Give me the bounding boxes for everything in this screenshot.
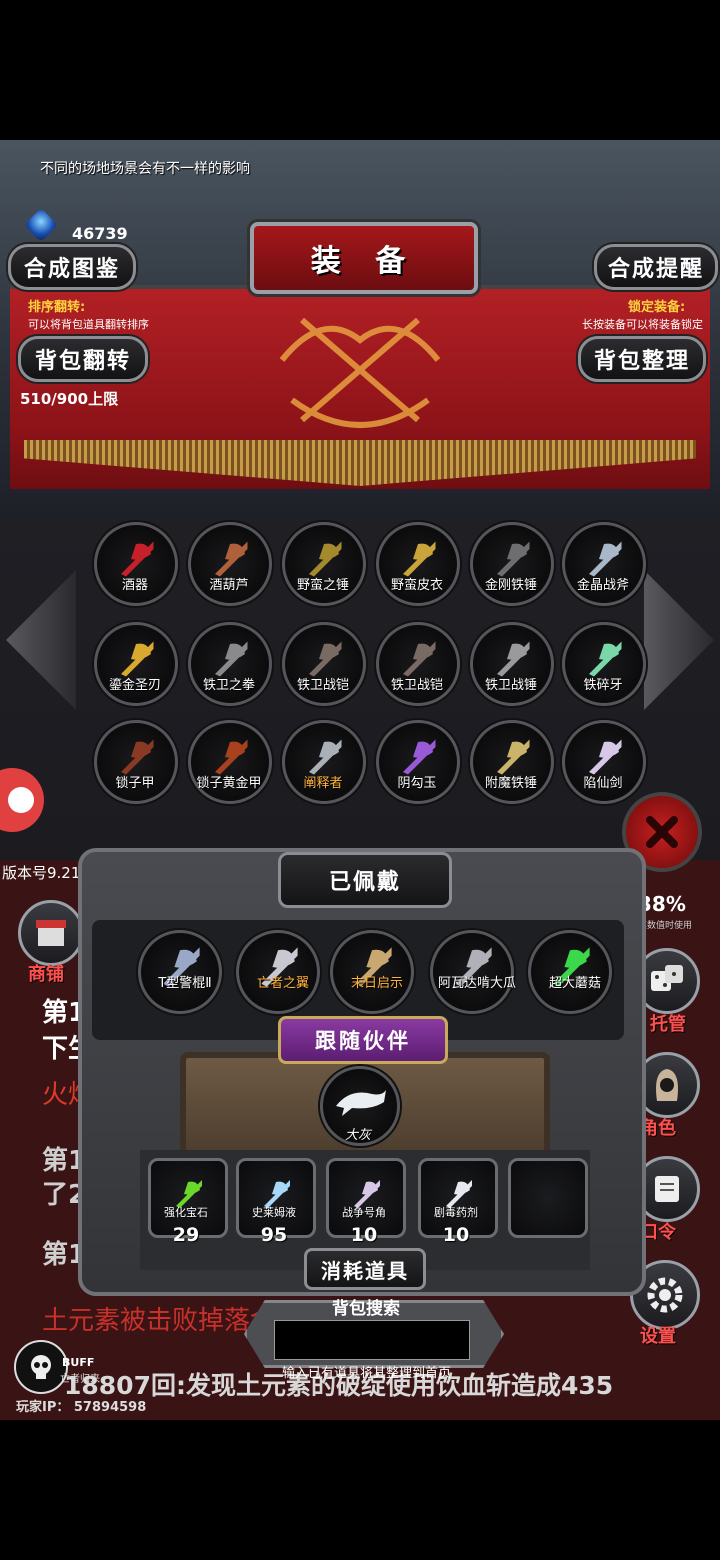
equipped-item-label: 超大蘑菇 <box>548 976 601 991</box>
empty-consumable-slot[interactable] <box>508 1158 588 1238</box>
page-title: 装 备 <box>310 244 418 279</box>
inventory-item-label: 陷仙剑 <box>583 776 623 791</box>
equipped-title: 已佩戴 <box>278 852 452 908</box>
consumable-name: 史莱姆液 <box>252 1206 296 1219</box>
inventory-slot[interactable] <box>562 720 646 804</box>
consumable-name: 剧毒药剂 <box>434 1206 478 1219</box>
inventory-slot[interactable] <box>188 522 272 606</box>
inventory-slot[interactable] <box>376 622 460 706</box>
hooded-figure-icon <box>656 1069 678 1101</box>
buff-button[interactable] <box>14 1340 68 1394</box>
inventory-item-label: 锁子甲 <box>115 776 155 791</box>
inventory-slot[interactable] <box>282 622 366 706</box>
inventory-item-label: 铁卫战铠 <box>296 678 349 693</box>
inventory-slot[interactable] <box>94 720 178 804</box>
equipped-item-label: T型警棍Ⅱ <box>158 976 212 991</box>
inventory-item-label: 金晶战斧 <box>576 578 629 593</box>
lock-desc: 长按装备可以将装备锁定 <box>582 318 703 331</box>
stat-sub: 其数值时使用 <box>638 921 693 931</box>
book-icon <box>655 1176 679 1202</box>
inventory-item-label: 野蛮之锤 <box>296 578 349 593</box>
inventory-slot[interactable] <box>282 720 366 804</box>
game-screen: 第1 下生 火焰 第1 了2 第1 土元素被击败掉落金 18807回:发现土元素… <box>0 140 720 1420</box>
sort-flip-desc: 可以将背包道具翻转排序 <box>28 318 149 331</box>
inventory-item-label: 锁子黄金甲 <box>196 776 262 791</box>
buff-label: BUFF <box>62 1356 95 1369</box>
inventory-slot[interactable] <box>188 720 272 804</box>
inventory-slot[interactable] <box>282 522 366 606</box>
inventory-item-label: 金刚铁锤 <box>484 578 537 593</box>
consumable-count: 10 <box>350 1224 378 1246</box>
inventory-slot[interactable] <box>94 522 178 606</box>
inventory-slot[interactable] <box>562 522 646 606</box>
inventory-item-label: 鎏金圣刃 <box>108 678 161 693</box>
inventory-slot[interactable] <box>188 622 272 706</box>
scene-tip: 不同的场地场景会有不一样的影响 <box>40 161 250 177</box>
bag-sort-button[interactable]: 背包整理 <box>578 336 706 382</box>
title-plate: 装 备 <box>250 222 478 294</box>
player-ip: 玩家IP： 57894598 <box>16 1400 147 1415</box>
dice-icon <box>651 965 683 991</box>
inventory-slot[interactable] <box>470 622 554 706</box>
consumable-count: 95 <box>260 1224 288 1246</box>
log-line: 土元素被击败掉落金 <box>42 1306 277 1336</box>
inventory-item-label: 铁卫战锤 <box>484 678 537 693</box>
partner-name: 大灰 <box>344 1128 371 1143</box>
search-hint: 输入已有道具将其整理到首页 <box>282 1366 452 1381</box>
inventory-item-label: 阴勾玉 <box>397 776 437 791</box>
crossed-swords-emblem-icon <box>279 317 441 428</box>
shop-button[interactable] <box>18 900 84 966</box>
dolphin-icon <box>336 1089 386 1116</box>
inventory-item-label: 阐释者 <box>303 776 343 791</box>
inventory-slot[interactable] <box>470 720 554 804</box>
craft-hint-button[interactable]: 合成提醒 <box>594 244 718 290</box>
dice-label: 托管 <box>650 1014 686 1035</box>
crystal-count: 46739 <box>72 224 128 243</box>
partner-title: 跟随伙伴 <box>278 1016 448 1064</box>
inventory-item-label: 附魔铁锤 <box>484 776 537 791</box>
settings-label: 设置 <box>640 1326 676 1347</box>
inventory-item-label: 铁卫之拳 <box>202 678 255 693</box>
search-input[interactable] <box>274 1320 470 1360</box>
gear-icon <box>647 1277 683 1313</box>
consumable-count: 10 <box>442 1224 470 1246</box>
consumable-count: 29 <box>172 1224 200 1246</box>
inventory-slot[interactable] <box>376 720 460 804</box>
close-icon <box>646 816 678 848</box>
inventory-item-label: 酒器 <box>121 578 148 593</box>
inventory-slot[interactable] <box>376 522 460 606</box>
buff-sub: 亡者归来 <box>60 1374 100 1385</box>
bag-capacity: 510/900上限 <box>20 390 119 408</box>
equipped-item-label: 阿瓦达啃大瓜 <box>437 976 516 991</box>
skull-icon <box>31 1355 51 1379</box>
consumables-title: 消耗道具 <box>304 1248 426 1290</box>
inventory-item-label: 野蛮皮衣 <box>390 578 443 593</box>
shop-label: 商铺 <box>28 964 64 985</box>
equipped-item-label: 末日启示 <box>350 976 403 991</box>
inventory-item-label: 铁卫战铠 <box>390 678 443 693</box>
lock-title: 锁定装备: <box>628 300 686 315</box>
shop-icon <box>36 920 66 946</box>
bag-flip-button[interactable]: 背包翻转 <box>18 336 148 382</box>
inventory-item-label: 铁碎牙 <box>583 678 623 693</box>
sort-flip-title: 排序翻转: <box>28 300 86 315</box>
search-title: 背包搜索 <box>332 1299 400 1319</box>
consumable-name: 强化宝石 <box>164 1206 208 1219</box>
inventory-slot[interactable] <box>470 522 554 606</box>
inventory-slot[interactable] <box>94 622 178 706</box>
craft-book-button[interactable]: 合成图鉴 <box>8 244 136 290</box>
inventory-item-label: 酒葫芦 <box>209 578 249 593</box>
version-label: 版本号9.21 <box>2 864 81 882</box>
inventory-slot[interactable] <box>562 622 646 706</box>
consumable-name: 战争号角 <box>342 1206 386 1219</box>
